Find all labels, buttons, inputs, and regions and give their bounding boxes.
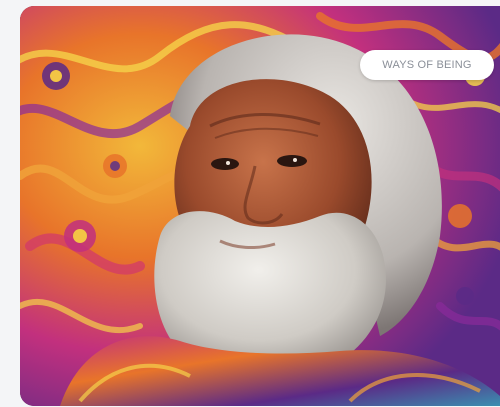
category-tag[interactable]: WAYS OF BEING xyxy=(360,50,494,80)
feature-card[interactable]: WAYS OF BEING xyxy=(20,6,500,406)
